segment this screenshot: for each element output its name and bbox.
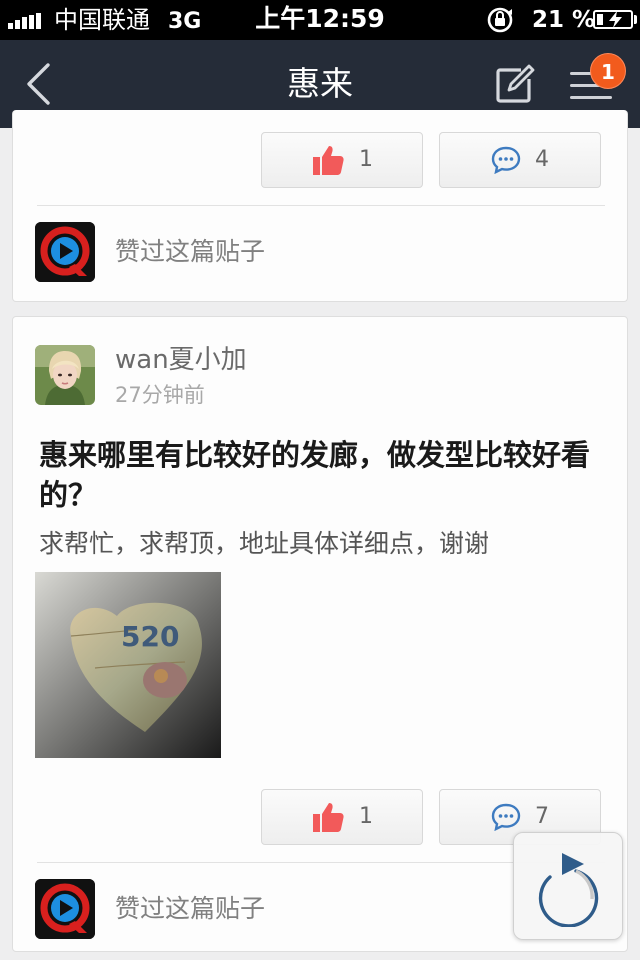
battery-nub <box>634 15 637 24</box>
post-body[interactable]: 求帮忙，求帮顶，地址具体详细点，谢谢 <box>39 527 605 561</box>
likers-row[interactable]: 赞过这篇贴子 <box>35 222 595 282</box>
battery-percent: 21 % <box>532 7 596 33</box>
banknote-520-text: 520 <box>121 620 179 653</box>
app-logo-icon <box>35 222 95 282</box>
liker-avatar[interactable] <box>35 879 95 939</box>
author-avatar[interactable] <box>35 345 95 405</box>
author-name[interactable]: wan夏小加 <box>115 343 247 377</box>
likers-label: 赞过这篇贴子 <box>115 237 266 266</box>
post-image[interactable]: 520 <box>35 572 221 758</box>
like-count: 1 <box>359 147 373 172</box>
avatar-photo <box>35 345 95 405</box>
post-title[interactable]: 惠来哪里有比较好的发廊，做发型比较好看的？ <box>39 435 605 515</box>
comment-count: 7 <box>535 804 549 829</box>
app-logo-icon <box>35 879 95 939</box>
like-count: 1 <box>359 804 373 829</box>
back-chevron-icon[interactable] <box>24 62 54 106</box>
battery-charging-icon <box>593 10 633 29</box>
status-bar: 中国联通 3G 上午12:59 21 % <box>0 0 640 40</box>
heart-banknote-photo: 520 <box>35 572 221 758</box>
liker-avatar[interactable] <box>35 222 95 282</box>
thumbs-up-icon <box>313 146 344 175</box>
like-button[interactable]: 1 <box>261 789 423 845</box>
likers-label: 赞过这篇贴子 <box>115 894 266 923</box>
comment-bubble-icon <box>491 146 521 174</box>
likers-row[interactable]: 赞过这篇贴子 <box>35 879 595 939</box>
refresh-button[interactable] <box>513 832 623 940</box>
divider <box>37 205 605 206</box>
rotation-lock-icon <box>487 7 513 33</box>
like-button[interactable]: 1 <box>261 132 423 188</box>
comment-count: 4 <box>535 147 549 172</box>
thumbs-up-icon <box>313 803 344 832</box>
compose-icon[interactable] <box>494 63 536 105</box>
comment-bubble-icon <box>491 803 521 831</box>
post-time: 27分钟前 <box>115 383 205 407</box>
post-card: 1 4 赞过这篇贴子 <box>12 110 628 302</box>
notification-badge: 1 <box>590 53 626 89</box>
refresh-icon <box>538 853 599 927</box>
page-title: 惠来 <box>287 64 353 103</box>
comment-button[interactable]: 4 <box>439 132 601 188</box>
